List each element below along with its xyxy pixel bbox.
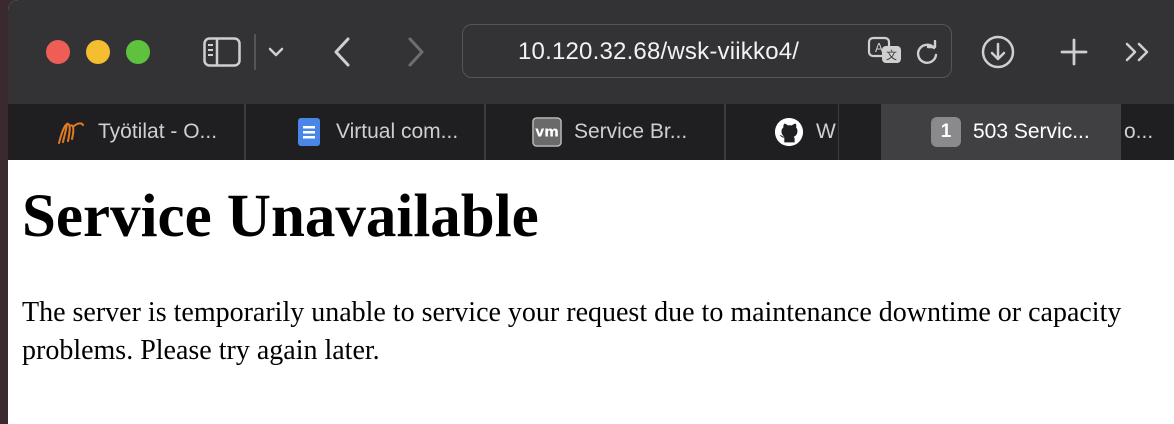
tab-service-br[interactable]: vm Service Br... xyxy=(486,104,726,160)
tab-title: Service Br... xyxy=(574,120,688,143)
page-content: Service Unavailable The server is tempor… xyxy=(8,160,1174,424)
tab-title: Työtilat - O... xyxy=(98,120,218,143)
browser-toolbar: 10.120.32.68/wsk-viikko4/ A文 xyxy=(8,0,1174,105)
page-heading: Service Unavailable xyxy=(22,183,539,250)
tab-github[interactable]: W xyxy=(726,104,840,160)
tab-title: 503 Servic... xyxy=(973,120,1090,143)
minimize-window-button[interactable] xyxy=(86,40,110,64)
new-tab-icon[interactable] xyxy=(1056,30,1092,74)
error-message: The server is temporarily unable to serv… xyxy=(22,297,1122,366)
tab-overflow[interactable]: o... xyxy=(1121,104,1174,160)
tab-title: o... xyxy=(1124,120,1154,143)
reload-icon[interactable] xyxy=(909,33,945,73)
tab-bar: Työtilat - O... Virtual com... vm Servic… xyxy=(8,104,1174,160)
chevron-down-icon[interactable] xyxy=(264,30,288,74)
svg-text:文: 文 xyxy=(886,48,897,62)
vm-icon: vm xyxy=(532,117,562,147)
translate-icon[interactable]: A文 xyxy=(865,31,905,71)
tab-title: W xyxy=(816,120,836,143)
back-icon[interactable] xyxy=(326,30,358,74)
tab-gap xyxy=(839,104,881,160)
downloads-icon[interactable] xyxy=(978,30,1018,74)
more-tabs-icon[interactable] xyxy=(1120,30,1156,74)
svg-text:vm: vm xyxy=(535,125,559,141)
tab-number-badge: 1 xyxy=(931,117,961,147)
google-docs-icon xyxy=(294,117,324,147)
tab-tyotilat[interactable]: Työtilat - O... xyxy=(8,104,246,160)
moodle-icon xyxy=(56,117,86,147)
tab-503-service[interactable]: 1 503 Servic... xyxy=(881,104,1121,160)
tab-title: Virtual com... xyxy=(336,120,459,143)
toolbar-divider xyxy=(254,30,256,74)
browser-window: 10.120.32.68/wsk-viikko4/ A文 Työtilat - … xyxy=(8,0,1174,424)
github-icon xyxy=(774,117,804,147)
address-bar[interactable]: 10.120.32.68/wsk-viikko4/ A文 xyxy=(462,24,952,78)
close-window-button[interactable] xyxy=(46,40,70,64)
forward-icon[interactable] xyxy=(400,30,432,74)
zoom-window-button[interactable] xyxy=(126,40,150,64)
address-text: 10.120.32.68/wsk-viikko4/ xyxy=(518,38,800,65)
sidebar-toggle-icon[interactable] xyxy=(200,30,244,74)
tab-virtual-com[interactable]: Virtual com... xyxy=(246,104,486,160)
